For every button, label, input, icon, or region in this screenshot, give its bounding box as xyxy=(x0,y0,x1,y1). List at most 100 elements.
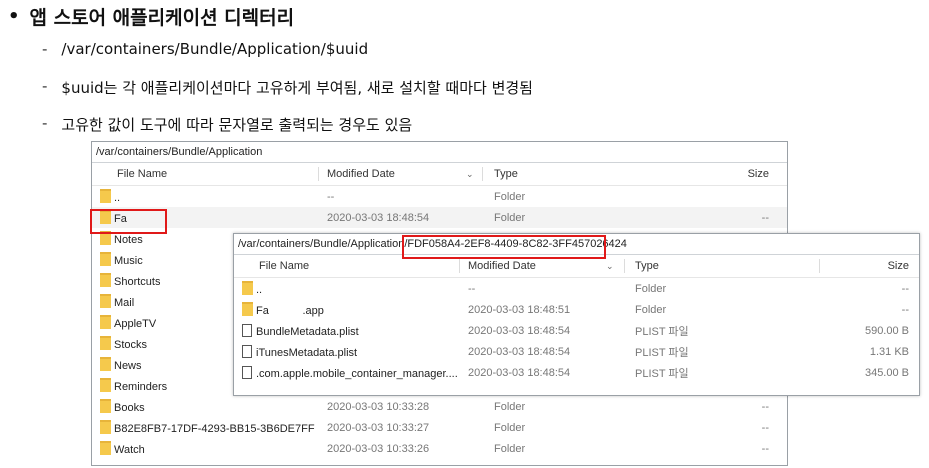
file-name: Music xyxy=(114,255,143,267)
column-file-name[interactable]: File Name xyxy=(117,168,167,180)
file-type: Folder xyxy=(494,211,526,224)
column-separator[interactable] xyxy=(624,259,625,273)
folder-icon xyxy=(100,399,111,413)
file-name: Mail xyxy=(114,297,135,309)
bullet-line-3: - 고유한 값이 도구에 따라 문자열로 출력되는 경우도 있음 xyxy=(42,114,412,135)
file-name: BundleMetadata.plist xyxy=(256,325,359,338)
folder-icon xyxy=(242,281,253,295)
file-icon xyxy=(242,344,252,358)
file-name: AppleTV xyxy=(114,318,157,330)
folder-icon xyxy=(100,378,111,392)
column-type[interactable]: Type xyxy=(494,168,518,180)
file-size: 1.31 KB xyxy=(869,345,909,358)
column-separator[interactable] xyxy=(459,259,460,273)
file-name: .. xyxy=(256,284,263,296)
file-type: Folder xyxy=(494,400,526,413)
title-text: 앱 스토어 애플리케이션 디렉터리 xyxy=(29,7,295,29)
bullet-text: /var/containers/Bundle/Application/$uuid xyxy=(61,40,369,58)
file-name: Reminders xyxy=(114,381,168,393)
column-modified-date[interactable]: Modified Date xyxy=(327,168,395,180)
folder-icon xyxy=(100,252,111,266)
folder-icon xyxy=(100,420,111,434)
file-name: Stocks xyxy=(114,339,148,351)
slide-title: • 앱 스토어 애플리케이션 디렉터리 xyxy=(8,3,294,30)
folder-icon xyxy=(100,441,111,455)
column-modified-date[interactable]: Modified Date xyxy=(468,260,536,272)
chevron-down-icon[interactable]: ⌄ xyxy=(466,169,474,180)
column-size[interactable]: Size xyxy=(748,168,769,180)
chevron-down-icon[interactable]: ⌄ xyxy=(606,261,614,272)
list-item[interactable]: BundleMetadata.plist 2020-03-03 18:48:54… xyxy=(234,320,919,341)
folder-icon xyxy=(100,273,111,287)
bullet-line-2: - $uuid는 각 애플리케이션마다 고유하게 부여됨, 새로 설치할 때마다… xyxy=(42,77,533,98)
file-name: Notes xyxy=(114,234,143,246)
file-type: Folder xyxy=(494,421,526,434)
file-size: 345.00 B xyxy=(864,366,909,379)
file-name: .. xyxy=(114,192,121,204)
path-bar[interactable]: /var/containers/Bundle/Application xyxy=(92,142,787,163)
modified-date: 2020-03-03 18:48:54 xyxy=(327,211,430,224)
path-prefix: /var/containers/Bundle/Application xyxy=(238,238,405,250)
list-item[interactable]: .com.apple.mobile_container_manager.... … xyxy=(234,362,919,383)
list-item[interactable]: .. -- Folder -- xyxy=(234,278,919,299)
dash: - xyxy=(42,77,48,95)
file-name: Watch xyxy=(114,444,145,456)
column-separator[interactable] xyxy=(819,259,820,273)
file-size: -- xyxy=(901,282,909,295)
file-size: -- xyxy=(901,303,909,316)
modified-date: 2020-03-03 10:33:26 xyxy=(327,442,430,455)
modified-date: 2020-03-03 18:48:54 xyxy=(468,366,571,379)
file-type: Folder xyxy=(494,190,526,203)
folder-icon xyxy=(242,302,253,316)
modified-date: 2020-03-03 18:48:54 xyxy=(468,324,571,337)
highlight-box xyxy=(90,209,167,234)
column-header-row: File Name Modified Date ⌄ Type Size xyxy=(92,163,787,186)
folder-icon xyxy=(100,357,111,371)
list-item[interactable]: B82E8FB7-17DF-4293-BB15-3B6DE7FF66... 20… xyxy=(92,417,787,438)
list-item[interactable]: Watch 2020-03-03 10:33:26 Folder -- xyxy=(92,438,787,459)
modified-date: 2020-03-03 18:48:54 xyxy=(468,345,571,358)
file-name: Fa .app xyxy=(256,305,324,317)
file-type: PLIST 파일 xyxy=(635,346,689,359)
bullet-text: 고유한 값이 도구에 따라 문자열로 출력되는 경우도 있음 xyxy=(61,116,413,134)
file-name: B82E8FB7-17DF-4293-BB15-3B6DE7FF66... xyxy=(114,423,315,435)
modified-date: -- xyxy=(327,190,335,203)
folder-icon xyxy=(100,315,111,329)
folder-icon xyxy=(100,336,111,350)
column-file-name[interactable]: File Name xyxy=(259,260,309,272)
list-item[interactable]: Fa 2020-03-03 18:48:54 Folder -- xyxy=(92,207,787,228)
bullet-line-1: - /var/containers/Bundle/Application/$uu… xyxy=(42,40,368,58)
file-name: News xyxy=(114,360,142,372)
file-name: Shortcuts xyxy=(114,276,161,288)
list-item[interactable]: iTunesMetadata.plist 2020-03-03 18:48:54… xyxy=(234,341,919,362)
file-size: -- xyxy=(761,442,769,455)
title-bullet: • xyxy=(8,6,20,27)
modified-date: 2020-03-03 18:48:51 xyxy=(468,303,571,316)
file-size: 590.00 B xyxy=(864,324,909,337)
file-icon xyxy=(242,323,252,337)
file-type: PLIST 파일 xyxy=(635,325,689,338)
file-type: PLIST 파일 xyxy=(635,367,689,380)
folder-icon xyxy=(100,294,111,308)
list-item[interactable]: .. -- Folder xyxy=(92,186,787,207)
file-type: Folder xyxy=(494,442,526,455)
file-type: Folder xyxy=(635,303,667,316)
list-item[interactable]: Books 2020-03-03 10:33:28 Folder -- xyxy=(92,396,787,417)
folder-icon xyxy=(100,189,111,203)
list-item[interactable]: Fa .app 2020-03-03 18:48:51 Folder -- xyxy=(234,299,919,320)
column-separator[interactable] xyxy=(482,167,483,181)
file-name: iTunesMetadata.plist xyxy=(256,346,358,359)
file-size: -- xyxy=(761,400,769,413)
dash: - xyxy=(42,40,48,58)
file-icon xyxy=(242,365,252,379)
modified-date: -- xyxy=(468,282,476,295)
file-name: Books xyxy=(114,402,145,414)
file-name: .com.apple.mobile_container_manager.... xyxy=(256,367,457,380)
file-size: -- xyxy=(761,421,769,434)
file-size: -- xyxy=(761,211,769,224)
column-type[interactable]: Type xyxy=(635,260,659,272)
bullet-text: $uuid는 각 애플리케이션마다 고유하게 부여됨, 새로 설치할 때마다 변… xyxy=(61,79,533,97)
modified-date: 2020-03-03 10:33:28 xyxy=(327,400,430,413)
column-size[interactable]: Size xyxy=(888,260,909,272)
column-separator[interactable] xyxy=(318,167,319,181)
